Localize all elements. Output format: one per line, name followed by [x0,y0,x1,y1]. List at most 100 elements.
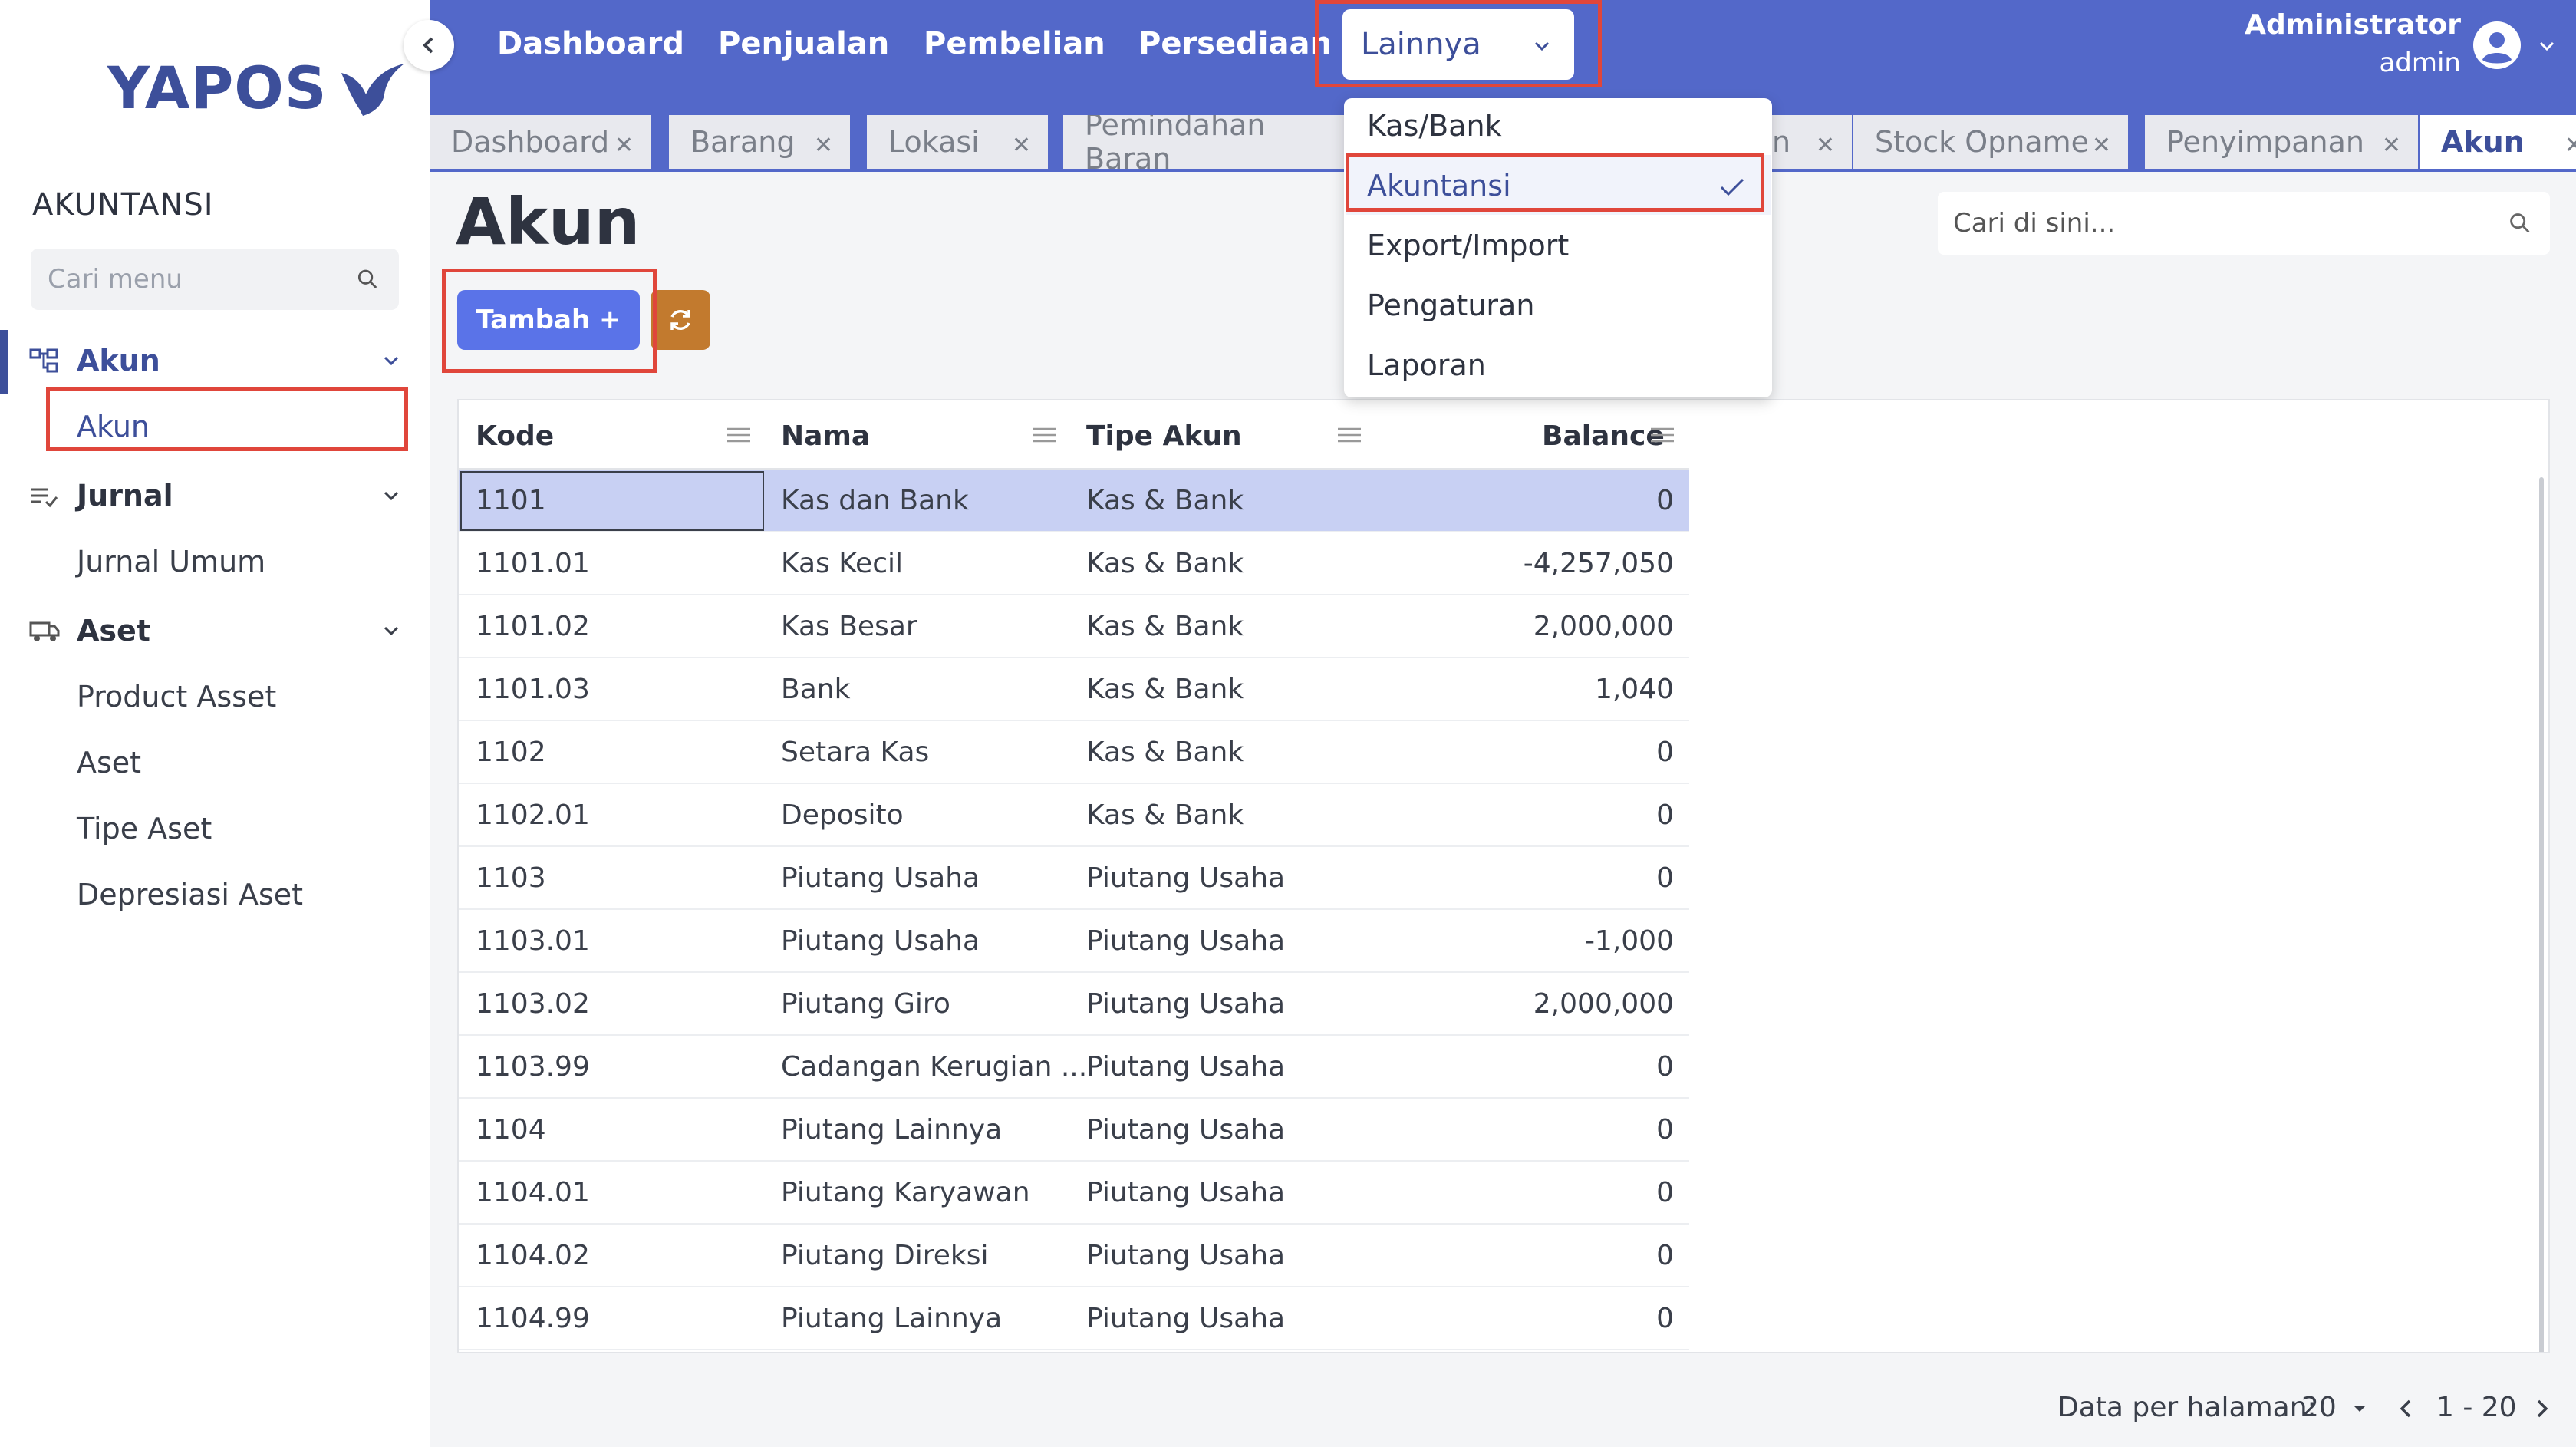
tab-pemindahan-barang[interactable]: Pemindahan Baran [1063,115,1344,169]
table-row[interactable]: 1103 Piutang Usaha Piutang Usaha 0 [459,847,1689,910]
table-row[interactable]: 1104 Piutang Lainnya Piutang Usaha 0 [459,1099,1689,1162]
search-icon[interactable] [354,264,382,295]
tab-label: Barang [690,125,796,159]
cell-balance: -4,257,050 [1523,548,1674,579]
tab-label: n [1772,125,1791,159]
cell-nama: Setara Kas [781,737,930,768]
chevron-down-icon[interactable] [380,485,402,506]
cell-kode: 1104.99 [476,1303,590,1334]
table-row[interactable]: 1103.02 Piutang Giro Piutang Usaha 2,000,00… [459,973,1689,1036]
bird-logo-icon [341,63,404,116]
add-button[interactable]: Tambah + [457,290,640,350]
close-icon[interactable]: ✕ [1012,132,1031,159]
search-icon[interactable] [2505,208,2535,239]
tab-stock-opname[interactable]: Stock Opname ✕ [1853,115,2128,169]
cell-kode: 1101 [476,485,546,516]
table-row[interactable]: 1102.01 Deposito Kas & Bank 0 [459,784,1689,847]
sidebar-group-aset[interactable]: Aset [0,600,430,661]
chevron-down-icon [1534,41,1550,51]
cell-tipe-akun: Piutang Usaha [1086,1303,1286,1334]
cell-nama: Piutang Karyawan [781,1177,1030,1208]
table-row[interactable]: 1101 Kas dan Bank Kas & Bank 0 [459,470,1689,532]
menu-search-input[interactable] [48,264,354,295]
tab-hidden[interactable]: n ✕ [1772,115,1852,169]
column-menu-icon[interactable] [1031,427,1057,443]
cell-balance: 2,000,000 [1533,988,1674,1020]
chevron-down-icon[interactable] [380,620,402,641]
table-row[interactable]: 1104.01 Piutang Karyawan Piutang Usaha 0 [459,1162,1689,1225]
table-row[interactable]: 1101.01 Kas Kecil Kas & Bank -4,257,050 [459,532,1689,595]
close-icon[interactable]: ✕ [814,132,833,159]
header-tipe-akun[interactable]: Tipe Akun [1086,420,1242,452]
sidebar-group-akun[interactable]: Akun [0,330,430,391]
per-page-select[interactable]: 20 [2301,1392,2337,1423]
table-row[interactable]: 1103.01 Piutang Usaha Piutang Usaha -1,000 [459,910,1689,973]
menu-item-laporan[interactable]: Laporan [1367,348,1486,382]
sidebar-group-jurnal[interactable]: Jurnal [0,465,430,526]
header-balance[interactable]: Balance [1542,420,1665,452]
column-menu-icon[interactable] [1649,427,1675,443]
nav-penjualan[interactable]: Penjualan [718,26,889,61]
menu-item-kas-bank[interactable]: Kas/Bank [1367,109,1502,143]
header-kode[interactable]: Kode [476,420,554,452]
caret-down-icon[interactable] [2350,1403,2369,1415]
table-row[interactable]: 1103.99 Cadangan Kerugian ... Piutang Usah… [459,1036,1689,1099]
close-icon[interactable]: ✕ [2382,132,2401,159]
tab-lokasi[interactable]: Lokasi ✕ [867,115,1048,169]
close-icon[interactable]: ✕ [614,132,634,159]
user-avatar-icon[interactable] [2472,20,2522,71]
column-menu-icon[interactable] [1336,427,1362,443]
cell-nama: Piutang Lainnya [781,1114,1003,1145]
sidebar-item-tipe-aset[interactable]: Tipe Aset [77,812,212,845]
sidebar-item-aset[interactable]: Aset [77,746,141,780]
close-icon[interactable]: ✕ [2092,132,2111,159]
sidebar-collapse-button[interactable] [404,20,454,71]
vertical-scrollbar[interactable] [2539,477,2544,1352]
table-row[interactable]: 1104.99 Piutang Lainnya Piutang Usaha 0 [459,1287,1689,1350]
sidebar-group-label: Jurnal [77,479,173,513]
lainnya-dropdown-menu: Kas/Bank Akuntansi Export/Import Pengatu… [1344,98,1772,397]
page-title: Akun [456,184,641,259]
page-search-input[interactable] [1953,208,2505,239]
cell-kode: 1103 [476,862,546,894]
nav-dashboard[interactable]: Dashboard [497,26,684,61]
sidebar-item-jurnal-umum[interactable]: Jurnal Umum [77,545,265,578]
accounts-table: Kode Nama Tipe Akun Balance 1101 Kas dan … [457,399,2550,1353]
tab-akun[interactable]: Akun ✕ [2420,115,2576,169]
cell-tipe-akun: Kas & Bank [1086,548,1244,579]
sidebar-item-product-asset[interactable]: Product Asset [77,680,276,714]
app-logo[interactable]: YAPOS [107,54,407,122]
nav-lainnya-dropdown[interactable]: Lainnya [1342,9,1574,80]
header-nama[interactable]: Nama [781,420,870,452]
chevron-down-icon[interactable] [380,350,402,371]
tab-dashboard[interactable]: Dashboard ✕ [430,115,651,169]
cell-balance: 1,040 [1594,674,1674,705]
tab-penyimpanan[interactable]: Penyimpanan ✕ [2145,115,2418,169]
next-page-icon[interactable] [2533,1396,2551,1421]
close-icon[interactable]: ✕ [1816,132,1835,159]
cell-kode: 1103.01 [476,925,590,957]
table-row[interactable]: 1101.03 Bank Kas & Bank 1,040 [459,658,1689,721]
menu-item-pengaturan[interactable]: Pengaturan [1367,288,1534,322]
column-menu-icon[interactable] [726,427,752,443]
nav-pembelian[interactable]: Pembelian [924,26,1105,61]
nav-persediaan[interactable]: Persediaan [1138,26,1332,61]
section-title: AKUNTANSI [32,187,214,222]
chevron-down-icon[interactable] [2536,35,2558,57]
tab-barang[interactable]: Barang ✕ [669,115,850,169]
menu-item-export-import[interactable]: Export/Import [1367,229,1569,262]
sidebar-item-akun[interactable]: Akun [77,410,150,443]
refresh-button[interactable] [651,290,710,350]
cell-balance: 0 [1656,485,1674,516]
close-icon[interactable]: ✕ [2564,132,2576,159]
table-row[interactable]: 1104.02 Piutang Direksi Piutang Usaha 0 [459,1225,1689,1287]
cell-kode: 1103.99 [476,1051,590,1083]
menu-item-akuntansi[interactable]: Akuntansi [1367,169,1511,203]
cell-nama: Piutang Usaha [781,862,980,894]
table-row[interactable]: 1101.02 Kas Besar Kas & Bank 2,000,000 [459,595,1689,658]
table-row[interactable]: 1102 Setara Kas Kas & Bank 0 [459,721,1689,784]
prev-page-icon[interactable] [2396,1396,2415,1421]
cell-kode: 1101.03 [476,674,590,705]
cell-kode: 1104.01 [476,1177,590,1208]
sidebar-item-depresiasi-aset[interactable]: Depresiasi Aset [77,878,303,911]
